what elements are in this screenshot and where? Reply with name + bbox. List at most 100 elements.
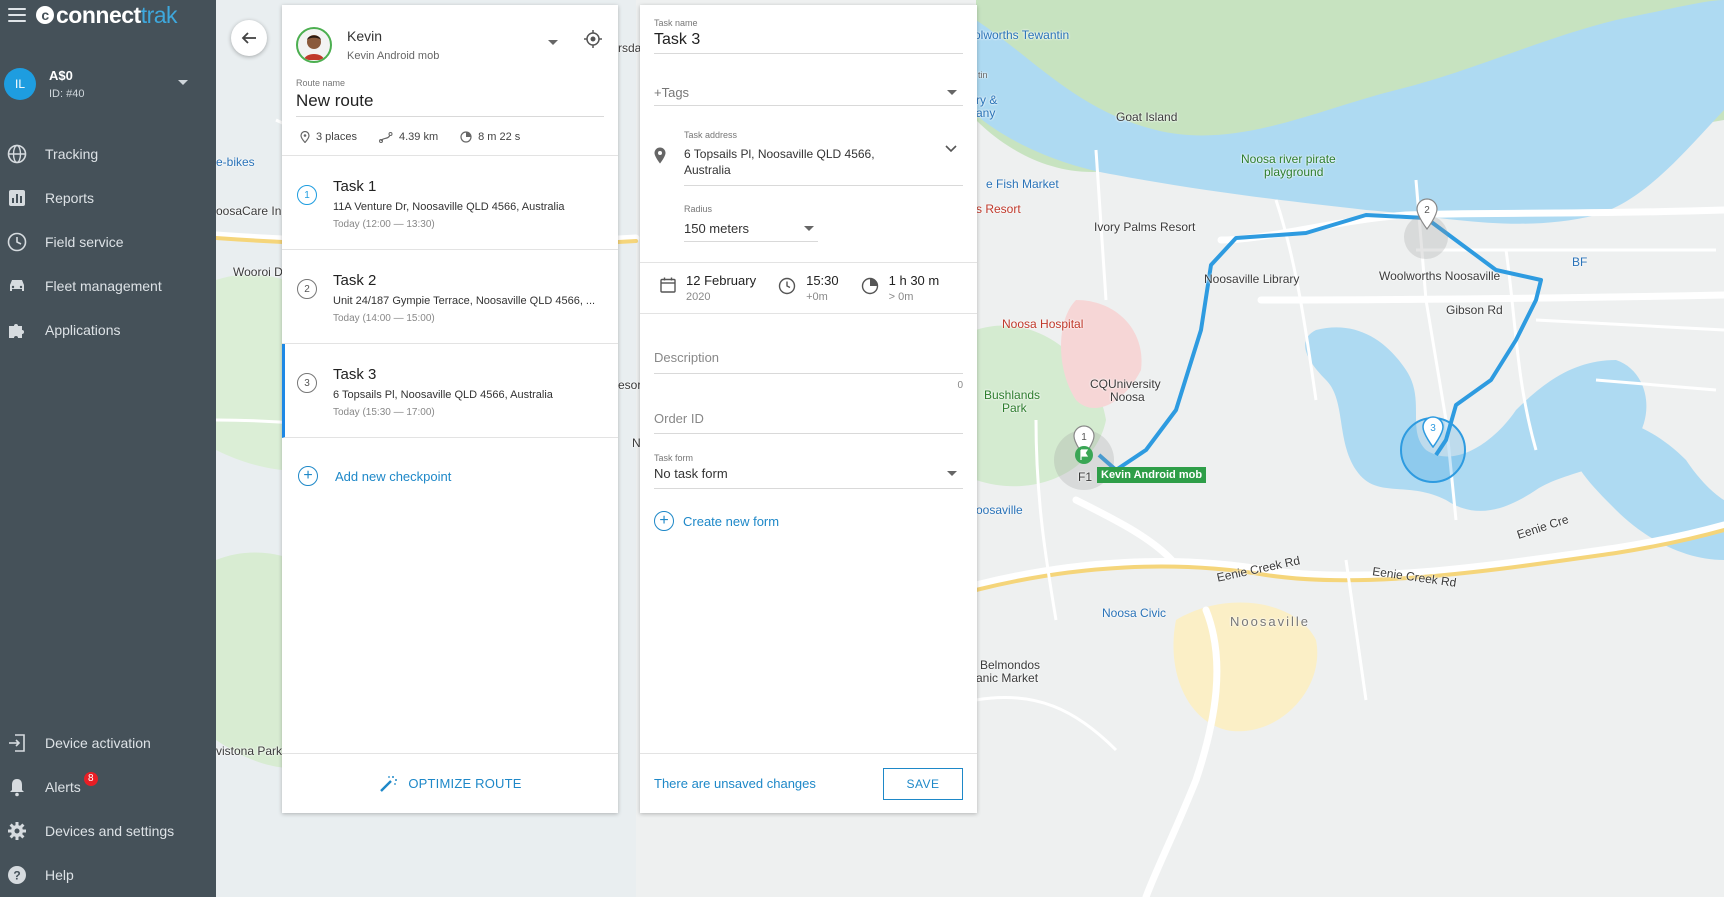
task-name-field[interactable]: Task name Task 3 [640,5,977,54]
map-label: Noosa Hospital [1002,317,1084,331]
duration-picker[interactable]: 1 h 30 m > 0m [861,273,939,303]
chevron-down-icon[interactable] [945,145,957,153]
device-map-tag[interactable]: Kevin Android mob [1097,467,1207,483]
driver-avatar [296,27,332,63]
map-label: ry & [976,93,998,107]
add-checkpoint-label: Add new checkpoint [335,468,452,484]
account-avatar: IL [4,68,36,100]
login-icon [6,732,28,754]
help-icon: ? [6,864,28,886]
nav-item-applications[interactable]: Applications [0,308,216,352]
nav-item-fleet-management[interactable]: Fleet management [0,264,216,308]
nav-item-reports[interactable]: Reports [0,176,216,220]
timer-icon [460,131,472,143]
marker-number: 3 [1430,423,1436,434]
topbar: c connect trak [0,0,216,30]
description-input[interactable]: Description [654,350,963,374]
save-button[interactable]: SAVE [883,767,963,800]
map-label: Park [1002,401,1027,415]
app-root: c connect trak IL A$0 ID: #40 Tracking R… [0,0,1724,897]
radius-value: 150 meters [684,221,750,236]
map-label: vistona Park [216,744,283,758]
driver-selector[interactable]: Kevin Kevin Android mob [282,5,618,70]
task-form-label: Task form [654,453,694,463]
task-form-select[interactable]: Task form No task form [640,453,977,489]
task-address: 6 Topsails Pl, Noosaville QLD 4566, Aust… [333,389,553,401]
location-pin-icon [654,147,666,164]
route-panel-footer: OPTIMIZE ROUTE [282,753,618,813]
nav-label: Devices and settings [45,823,175,839]
logo-icon: c [36,6,54,24]
task-title: Task 2 [333,272,377,289]
map-label: F1 [1078,470,1093,484]
add-checkpoint-button[interactable]: + Add new checkpoint [282,438,618,514]
task-address-value[interactable]: 6 Topsails Pl, Noosaville QLD 4566, Aust… [684,146,904,178]
task-title: Task 1 [333,178,377,195]
task-number: 3 [297,373,317,393]
route-panel: Kevin Kevin Android mob Route name New r… [282,5,618,813]
tags-select[interactable]: +Tags [654,80,963,106]
nav-item-tracking[interactable]: Tracking [0,132,216,176]
task-address: 11A Venture Dr, Noosaville QLD 4566, Aus… [333,201,565,213]
map-marker-3-icon[interactable]: 3 [1420,416,1446,448]
map-label: Woolworths Noosaville [1379,269,1501,283]
create-form-button[interactable]: + Create new form [654,511,963,531]
account-switcher[interactable]: IL A$0 ID: #40 [0,62,216,106]
route-distance-icon [378,132,393,143]
stat-distance-value: 4.39 km [398,131,439,143]
menu-icon[interactable] [8,8,26,22]
nav-item-alerts[interactable]: Alerts 8 [0,765,216,809]
task-panel-footer: There are unsaved changes SAVE [640,753,977,813]
car-icon [6,275,28,297]
time-picker[interactable]: 15:30 +0m [778,273,839,303]
nav-label: Device activation [45,735,151,751]
nav-item-devices-settings[interactable]: Devices and settings [0,809,216,853]
logo-text-trak: trak [140,1,178,28]
task-address-field[interactable]: Task address 6 Topsails Pl, Noosaville Q… [640,130,977,186]
nav-item-device-activation[interactable]: Device activation [0,721,216,765]
locate-icon[interactable] [584,30,602,48]
back-button[interactable] [231,20,267,56]
task-details-panel: Task name Task 3 +Tags Task address 6 To… [640,5,977,813]
map-label: rsda [618,41,642,55]
app-logo[interactable]: c connect trak [36,1,178,29]
map-label: Noosaville [1230,614,1310,629]
stat-distance: 4.39 km [378,131,439,143]
clock-icon [6,231,28,253]
marker-number: 2 [1424,205,1430,216]
account-name: A$0 [49,68,73,83]
task-list-item[interactable]: 1 Task 1 11A Venture Dr, Noosaville QLD … [282,156,618,250]
map-label: Gibson Rd [1446,303,1503,317]
task-list-item[interactable]: 2 Task 2 Unit 24/187 Gympie Terrace, Noo… [282,250,618,344]
description-field[interactable]: Description 0 [640,350,977,391]
nav-item-field-service[interactable]: Field service [0,220,216,264]
optimize-route-button[interactable]: OPTIMIZE ROUTE [378,774,521,794]
main-nav: Tracking Reports Field service Fleet man… [0,132,216,352]
radius-select[interactable]: Radius 150 meters [684,204,818,242]
task-time: Today (15:30 — 17:00) [333,407,435,418]
date-year: 2020 [686,291,711,303]
task-name-label: Task name [654,18,698,28]
task-title: Task 3 [333,366,377,383]
map-label: Wooroi D [233,265,283,279]
tags-placeholder: +Tags [654,85,690,100]
date-picker[interactable]: 12 February 2020 [660,273,756,303]
map-label: playground [1264,165,1324,179]
map-label: e-bikes [216,155,255,169]
driver-name: Kevin [347,28,383,44]
task-address-label: Task address [684,130,738,140]
time-offset: +0m [806,291,828,303]
chevron-down-icon [548,40,558,45]
map-label: anic Market [976,671,1039,685]
map-label: olworths Tewantin [974,28,1070,42]
device-flag-icon[interactable] [1074,445,1094,465]
map-marker-2-icon[interactable]: 2 [1414,198,1440,230]
order-id-input[interactable]: Order ID [654,411,963,434]
route-name-field[interactable]: Route name New route [282,70,618,117]
nav-item-help[interactable]: ? Help [0,853,216,897]
route-name-input[interactable]: New route [296,91,604,117]
task-number: 1 [297,185,317,205]
task-name-input[interactable]: Task 3 [654,31,963,54]
time-value: 15:30 [806,273,839,288]
task-list-item-selected[interactable]: 3 Task 3 6 Topsails Pl, Noosaville QLD 4… [282,344,618,438]
